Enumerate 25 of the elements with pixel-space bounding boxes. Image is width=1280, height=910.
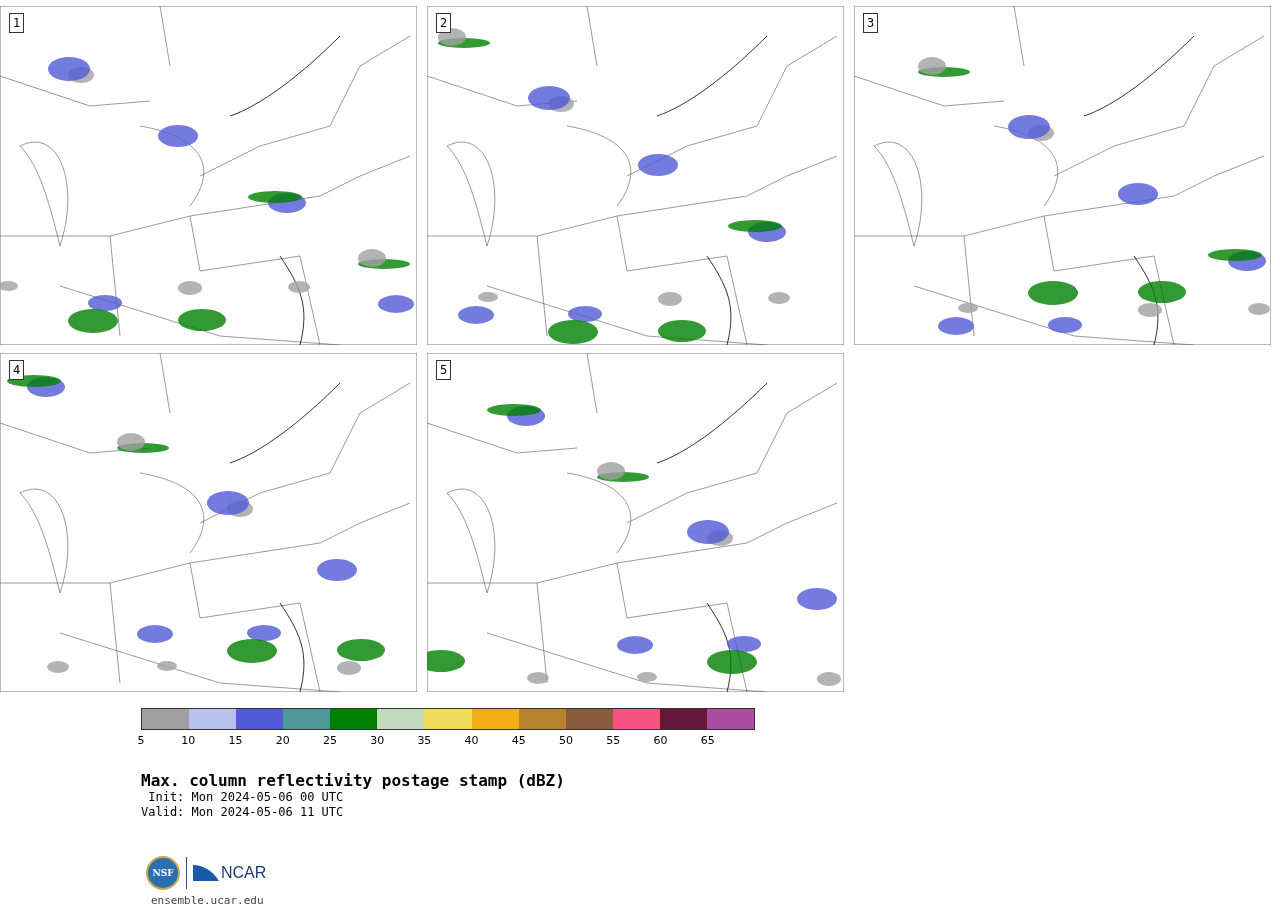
seal-logo: NSF <box>146 856 180 890</box>
website-url: ensemble.ucar.edu <box>151 894 265 907</box>
panel-number: 1 <box>9 13 25 33</box>
colorbar-tick-label: 25 <box>322 734 337 747</box>
colorbar-tick-label: 55 <box>606 734 621 747</box>
panel-number: 4 <box>9 360 25 380</box>
init-time: Init: Mon 2024-05-06 00 UTC <box>147 790 345 805</box>
colorbar-tick-label: 45 <box>511 734 526 747</box>
colorbar-tick-label: 35 <box>417 734 432 747</box>
wordmark-logo: NCAR <box>221 864 267 882</box>
colorbar-tick-label: 5 <box>137 734 145 747</box>
colorbar-tick-label: 60 <box>653 734 668 747</box>
colorbar-tick-label: 15 <box>228 734 243 747</box>
colorbar-tick-label: 40 <box>464 734 479 747</box>
colorbar-tick-label: 20 <box>275 734 290 747</box>
panel-number: 2 <box>436 13 452 33</box>
chart-title: Max. column reflectivity postage stamp (dBZ) <box>141 771 566 790</box>
colorbar-tick-label: 30 <box>370 734 385 747</box>
valid-time: Valid: Mon 2024-05-06 11 UTC <box>141 805 345 820</box>
colorbar-tick-label: 10 <box>181 734 196 747</box>
panel-number: 5 <box>436 360 452 380</box>
colorbar-tick-label: 65 <box>700 734 715 747</box>
panel-number: 3 <box>863 13 879 33</box>
colorbar-tick-label: 50 <box>559 734 574 747</box>
swoosh-logo-icon <box>193 863 219 883</box>
